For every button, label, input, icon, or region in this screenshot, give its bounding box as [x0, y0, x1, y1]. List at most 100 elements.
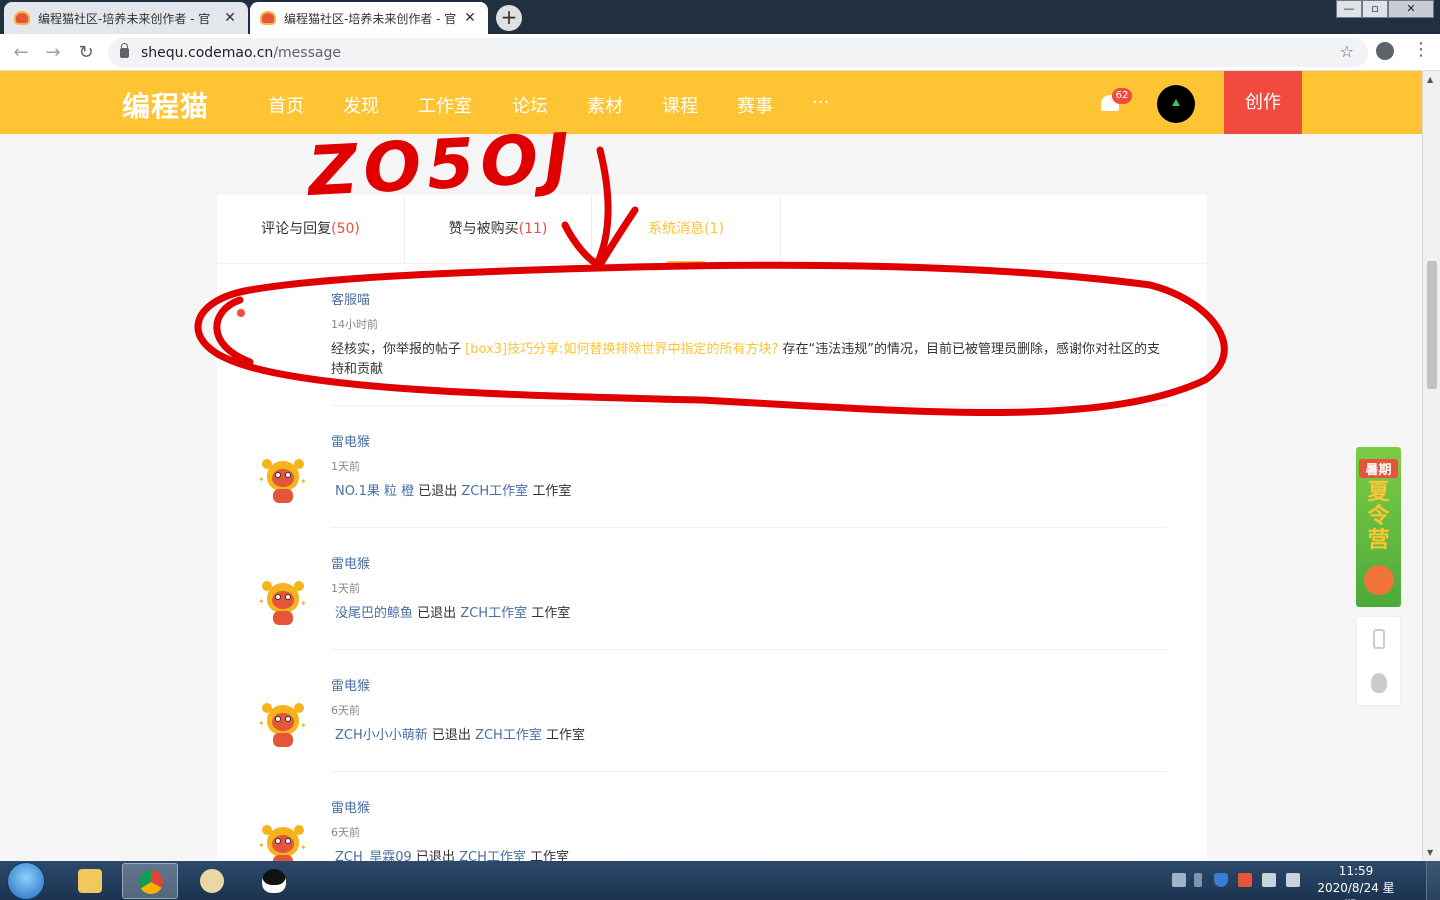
nav-contests[interactable]: 赛事	[737, 92, 773, 118]
summer-camp-banner[interactable]: 暑期 夏令营	[1356, 447, 1401, 607]
message-time: 14小时前	[331, 318, 378, 331]
fox-mascot-icon	[1364, 565, 1394, 595]
studio-link[interactable]: ZCH工作室	[461, 484, 528, 499]
nav-more[interactable]: ···	[812, 92, 829, 113]
message-text: 经核实，你举报的帖子 [box3]技巧分享:如何替换排除世界中指定的所有方块? …	[331, 340, 1161, 380]
leidianhou-avatar[interactable]: ✦ ✦	[258, 577, 308, 627]
codemao-favicon-icon	[260, 11, 276, 25]
message-author[interactable]: 雷电猴	[331, 431, 370, 450]
tab-close-icon[interactable]: ✕	[462, 10, 478, 26]
browser-menu-icon[interactable]: ⋮	[1412, 40, 1430, 60]
reload-icon[interactable]: ↻	[75, 42, 97, 63]
list-item: ✦ ✦ 雷电猴 6天前 ZCH小小小萌新 已退出 ZCH工作室 工作室	[217, 675, 1207, 797]
message-author[interactable]: 雷电猴	[331, 553, 370, 572]
paint-taskbar-button[interactable]	[184, 863, 240, 899]
studio-link[interactable]: ZCH工作室	[460, 606, 527, 621]
notification-bell-icon[interactable]: 62	[1098, 88, 1132, 115]
url-path: /message	[273, 44, 341, 61]
windows-start-icon[interactable]	[7, 862, 45, 900]
nav-discover[interactable]: 发现	[343, 92, 379, 118]
maximize-button[interactable]: ▫	[1362, 0, 1388, 18]
user-link[interactable]: NO.1果 粒 橙	[335, 484, 414, 499]
nav-materials[interactable]: 素材	[587, 92, 623, 118]
back-arrow-icon[interactable]: ←	[10, 42, 32, 63]
clock-time: 11:59	[1338, 864, 1374, 878]
network-icon[interactable]	[1262, 873, 1276, 887]
side-toolbar	[1356, 616, 1401, 706]
annotation-text: ZO5OJ	[306, 119, 578, 212]
message-text-part: 工作室	[531, 606, 571, 621]
studio-link[interactable]: ZCH工作室	[475, 728, 542, 743]
new-tab-button[interactable]: +	[496, 5, 522, 31]
minimize-button[interactable]: —	[1336, 0, 1362, 18]
list-item: ✦ ✦ 雷电猴 1天前 没尾巴的鲸鱼 已退出 ZCH工作室 工作室	[217, 553, 1207, 675]
message-time: 6天前	[331, 826, 360, 839]
clock-date: 2020/8/24 星期一	[1317, 881, 1395, 900]
user-link[interactable]: 没尾巴的鲸鱼	[335, 606, 413, 621]
message-author[interactable]: 雷电猴	[331, 675, 370, 694]
qq-penguin-icon[interactable]	[1371, 673, 1387, 693]
message-text-part: 工作室	[545, 728, 585, 743]
qq-taskbar-button[interactable]	[246, 863, 302, 899]
message-text: NO.1果 粒 橙 已退出 ZCH工作室 工作室	[335, 482, 1165, 502]
chrome-taskbar-button[interactable]	[122, 863, 178, 899]
tray-app-icon[interactable]	[1238, 873, 1252, 887]
leidianhou-avatar[interactable]: ✦ ✦	[258, 699, 308, 749]
nav-home[interactable]: 首页	[268, 92, 304, 118]
notification-badge: 62	[1112, 88, 1132, 104]
profile-avatar-icon[interactable]	[1376, 42, 1394, 60]
tab-close-icon[interactable]: ✕	[222, 10, 238, 26]
message-text-part: 已退出	[418, 484, 458, 499]
site-header: 编程猫 首页 发现 工作室 论坛 素材 课程 赛事 ··· 62 创作	[0, 71, 1422, 134]
user-avatar[interactable]	[1157, 85, 1195, 123]
scroll-thumb[interactable]	[1427, 261, 1437, 389]
tab-title: 编程猫社区-培养未来创作者 - 官	[284, 11, 457, 26]
window-close-button[interactable]: ✕	[1388, 0, 1434, 18]
url-input[interactable]: shequ.codemao.cn/message ☆	[108, 38, 1368, 67]
tab-label: 评论与回复	[261, 221, 332, 237]
tab-count: (1)	[704, 221, 724, 237]
nav-studio[interactable]: 工作室	[418, 92, 472, 118]
scroll-up-icon[interactable]: ▲	[1427, 75, 1433, 84]
codemao-favicon-icon	[14, 11, 30, 25]
message-text-part: 经核实，你举报的帖子	[331, 342, 462, 357]
tab-system[interactable]: 系统消息(1)	[592, 195, 780, 264]
explorer-taskbar-button[interactable]	[62, 863, 118, 899]
promo-title: 暑期	[1359, 459, 1398, 478]
forward-arrow-icon[interactable]: →	[42, 42, 64, 63]
create-button[interactable]: 创作	[1224, 71, 1302, 134]
message-text-part: 已退出	[431, 728, 471, 743]
message-author[interactable]: 客服喵	[331, 289, 370, 308]
mobile-phone-icon[interactable]	[1373, 629, 1385, 649]
message-text: 没尾巴的鲸鱼 已退出 ZCH工作室 工作室	[335, 604, 1165, 624]
site-logo[interactable]: 编程猫	[122, 85, 209, 125]
nav-forum[interactable]: 论坛	[512, 92, 548, 118]
message-author[interactable]: 雷电猴	[331, 797, 370, 816]
post-link[interactable]: [box3]技巧分享:如何替换排除世界中指定的所有方块?	[465, 342, 778, 357]
leidianhou-avatar[interactable]: ✦ ✦	[258, 455, 308, 505]
keyboard-tray-icon[interactable]	[1172, 873, 1186, 887]
qq-penguin-icon	[262, 869, 286, 893]
system-clock[interactable]: 11:59 2020/8/24 星期一	[1316, 863, 1396, 900]
promo-subtitle: 夏令营	[1367, 480, 1390, 553]
security-shield-icon[interactable]	[1214, 873, 1228, 887]
list-item: 客服喵 14小时前 经核实，你举报的帖子 [box3]技巧分享:如何替换排除世界…	[217, 289, 1207, 409]
volume-icon[interactable]	[1286, 873, 1300, 887]
tab-title: 编程猫社区-培养未来创作者 - 官	[38, 11, 211, 26]
page-scrollbar[interactable]: ▲ ▼	[1422, 71, 1440, 861]
bookmark-star-icon[interactable]: ☆	[1340, 42, 1354, 61]
message-time: 1天前	[331, 460, 360, 473]
user-link[interactable]: ZCH小小小萌新	[335, 728, 428, 743]
browser-tab-bar: 编程猫社区-培养未来创作者 - 官 ✕ 编程猫社区-培养未来创作者 - 官 ✕ …	[0, 0, 1440, 34]
show-desktop-button[interactable]	[1426, 861, 1440, 900]
nav-courses[interactable]: 课程	[662, 92, 698, 118]
tab-count: (11)	[518, 221, 548, 237]
browser-tab-1[interactable]: 编程猫社区-培养未来创作者 - 官 ✕	[4, 2, 248, 34]
folder-icon	[78, 869, 102, 893]
message-text-part: 已退出	[417, 606, 457, 621]
tab-count: (50)	[331, 221, 360, 237]
address-bar: ← → ↻ shequ.codemao.cn/message ☆	[0, 34, 1440, 71]
tray-expand-icon[interactable]	[1194, 873, 1202, 887]
scroll-down-icon[interactable]: ▼	[1427, 848, 1433, 857]
browser-tab-2[interactable]: 编程猫社区-培养未来创作者 - 官 ✕	[250, 2, 488, 34]
